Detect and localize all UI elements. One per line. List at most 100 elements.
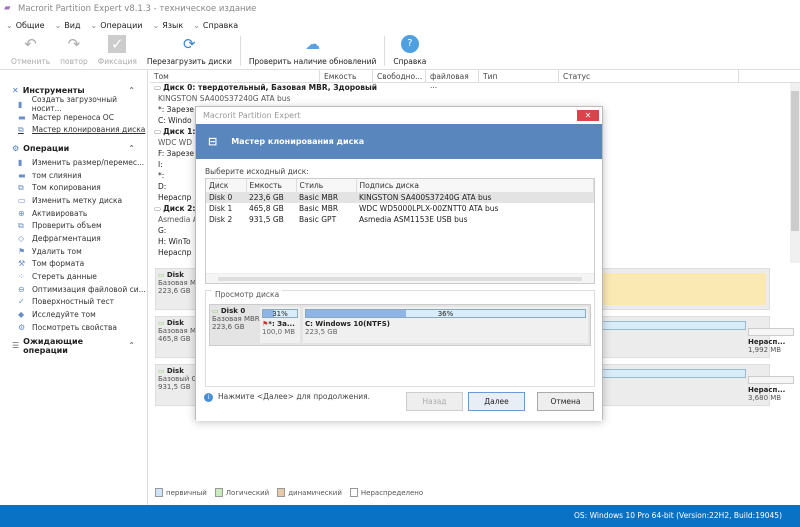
disk-list-row[interactable]: Disk 1 465,8 GB Basic MBR WDC WD5000LPLX-00… [206, 203, 594, 214]
partition-bar[interactable] [601, 321, 746, 330]
commit-button[interactable]: ✓ Фиксация [93, 35, 142, 69]
sidebar-item-ops-0[interactable]: ▮ Изменить размер/перемес... [0, 156, 147, 169]
scrollbar[interactable] [790, 83, 800, 263]
collapse-icon[interactable]: ⌃ [128, 341, 135, 350]
sidebar-item-ops-12[interactable]: ◆ Исследуйте том [0, 308, 147, 321]
sidebar-item-ops-4[interactable]: ⊕ Активировать [0, 207, 147, 220]
menu-2[interactable]: ⌄ Операции [91, 21, 143, 30]
sidebar-item-icon: ▮ [18, 157, 23, 167]
sidebar-item-ops-1[interactable]: ▬ том слияния [0, 169, 147, 182]
disk-row[interactable]: ▭ Диск 0: твердотельный, Базовая MBR, Здо… [150, 83, 800, 94]
sidebar-item-icon: ✓ [18, 297, 25, 307]
redo-icon: ↷ [67, 35, 81, 53]
legend-swatch [349, 488, 358, 497]
sidebar-item-ops-3[interactable]: ▭ Изменить метку диска [0, 194, 147, 207]
disk-list-row[interactable]: Disk 2 931,5 GB Basic GPT Asmedia ASM1153E … [206, 214, 594, 225]
app-icon: ▰ [4, 3, 11, 13]
menu-3[interactable]: ⌄ Язык [153, 21, 184, 30]
unallocated-label[interactable]: Нерасп... 3,680 MB [748, 376, 794, 402]
column-header[interactable]: Подпись диска [356, 179, 594, 192]
horizontal-scrollbar[interactable] [206, 273, 594, 283]
legend-item: динамический [277, 488, 342, 497]
list-icon: ☰ [12, 341, 20, 351]
column-header[interactable]: Емкость [320, 70, 373, 82]
refresh-icon: ⟳ [183, 35, 196, 53]
cancel-button[interactable]: Отмена [537, 392, 594, 411]
sidebar-item-ops-10[interactable]: ⊖ Оптимизация файловой си... [0, 283, 147, 296]
menu-bar: ⌄ Общие ⌄ Вид ⌄ Операции ⌄ Язык ⌄ Справка [0, 18, 800, 33]
disk-list-row[interactable]: Disk 0 223,6 GB Basic MBR KINGSTON SA400S37… [206, 192, 594, 203]
help-icon: ? [400, 35, 419, 53]
disk-list: Диск Емкость Стиль Подпись диска Disk 0 223,6… [205, 178, 595, 284]
pending-section-header[interactable]: ☰ Ожидающие операции ⌃ [0, 337, 147, 355]
sidebar-item-tools-0[interactable]: ▮ Создать загрузочный носит... [0, 95, 147, 113]
sidebar-item-ops-6[interactable]: ◇ Дефрагментация [0, 232, 147, 245]
redo-button[interactable]: ↷ повтор [55, 35, 93, 69]
cell: WDC WD5000LPLX-00ZNTT0 ATA bus [359, 204, 499, 213]
legend-swatch [277, 488, 286, 497]
volume-row[interactable]: KINGSTON SA400S37240G ATA bus [150, 94, 800, 105]
menu-1[interactable]: ⌄ Вид [55, 21, 81, 30]
chevron-down-icon: ⌄ [193, 21, 200, 30]
menu-0[interactable]: ⌄ Общие [6, 21, 45, 30]
collapse-icon[interactable]: ⌃ [128, 144, 135, 153]
dialog-title: Macrorit Partition Expert [196, 107, 602, 124]
chevron-down-icon: ⌄ [6, 21, 13, 30]
collapse-icon[interactable]: ⌃ [128, 86, 135, 95]
sidebar-item-ops-8[interactable]: ⚒ Том формата [0, 258, 147, 271]
unallocated-label[interactable]: Нерасп... 1,992 MB [748, 328, 794, 354]
disk-icon: ▭ [158, 319, 167, 327]
column-header[interactable]: файловая ... [426, 70, 479, 90]
legend: первичный Логический динамический Нераспред… [155, 488, 431, 499]
partition-bar[interactable] [601, 369, 746, 378]
preview-label: Просмотр диска [212, 290, 283, 299]
sidebar-item-tools-2[interactable]: ⧉ Мастер клонирования диска [0, 123, 147, 136]
cell: KINGSTON SA400S37240G ATA bus [356, 192, 594, 203]
sidebar-item-ops-13[interactable]: ⚙ Посмотреть свойства [0, 321, 147, 334]
cell: Basic GPT [299, 215, 337, 224]
sidebar-item-icon: ⁘ [18, 272, 25, 282]
back-button[interactable]: Назад [406, 392, 463, 411]
sidebar-item-ops-2[interactable]: ⧉ Том копирования [0, 181, 147, 194]
column-header[interactable]: Том [150, 70, 320, 82]
sidebar-item-ops-5[interactable]: ⧉ Проверить объем [0, 220, 147, 233]
menu-4[interactable]: ⌄ Справка [193, 21, 238, 30]
partition-bar[interactable] [601, 273, 766, 305]
legend-item: Логический [214, 488, 269, 497]
column-header[interactable]: Статус [559, 70, 739, 82]
unallocated-bar [748, 328, 794, 336]
sidebar-item-ops-9[interactable]: ⁘ Стереть данные [0, 270, 147, 283]
disk-icon: ▭ [158, 367, 167, 375]
sidebar-item-ops-11[interactable]: ✓ Поверхностный тест [0, 296, 147, 309]
partition-c-windows[interactable]: 36% C: Windows 10(NTFS) 223,5 GB [303, 307, 588, 343]
sidebar-item-icon: ⧉ [18, 182, 24, 192]
column-header[interactable]: Диск [206, 179, 247, 192]
disk-icon: ▭ [154, 127, 162, 136]
preview-disk-card[interactable]: ▭ Disk 0 Базовая MBR 223,6 GB 31% ⚑*: За..… [209, 304, 591, 346]
sidebar-item-icon: ▭ [18, 195, 26, 205]
column-header[interactable]: Емкость [246, 179, 297, 192]
sidebar-item-icon: ⧉ [18, 220, 24, 230]
close-button[interactable]: ✕ [577, 110, 599, 121]
sidebar-item-icon: ⚑ [18, 246, 26, 256]
check-icon: ✓ [108, 35, 127, 53]
column-header[interactable]: Тип [479, 70, 559, 82]
dialog-body: Выберите исходный диск: Диск Емкость Стиль… [196, 159, 602, 421]
sidebar-item-icon: ◆ [18, 310, 25, 320]
check-updates-button[interactable]: ☁ Проверить наличие обновлений [244, 35, 382, 69]
preview-disk-label: ▭ Disk 0 Базовая MBR 223,6 GB [212, 307, 260, 331]
column-header[interactable]: Свободно... [373, 70, 426, 82]
cloud-upload-icon: ☁ [305, 35, 321, 53]
reload-disks-button[interactable]: ⟳ Перезагрузить диски [142, 35, 237, 69]
clone-disk-dialog: Macrorit Partition Expert ✕ ⊟ Мастер клон… [195, 106, 603, 421]
partition-reserved[interactable]: 31% ⚑*: За... 100,0 MB [260, 307, 300, 343]
help-button[interactable]: ? Справка [388, 35, 431, 69]
clone-wizard-icon: ⊟ [208, 135, 218, 148]
cell: Basic MBR [299, 204, 339, 213]
sidebar-item-ops-7[interactable]: ⚑ Удалить том [0, 245, 147, 258]
cell: Disk 0 [206, 192, 246, 203]
operations-section-header[interactable]: ⚙ Операции ⌃ [0, 140, 147, 156]
next-button[interactable]: Далее [468, 392, 525, 411]
undo-button[interactable]: ↶ Отменить [6, 35, 55, 69]
column-header[interactable]: Стиль [296, 179, 357, 192]
